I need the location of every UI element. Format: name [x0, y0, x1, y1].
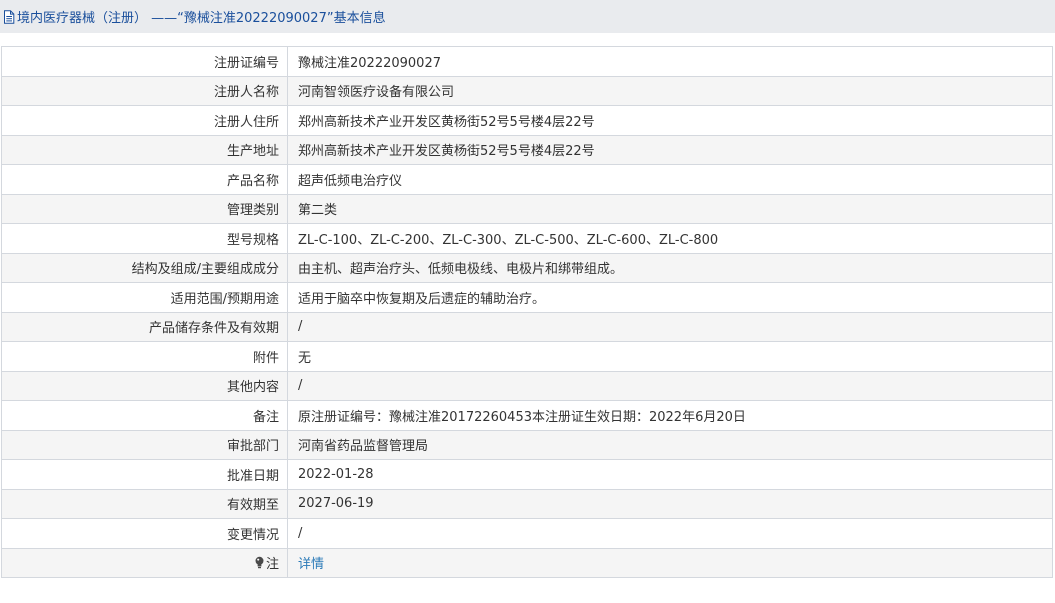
row-label: 注册人住所: [1, 105, 288, 136]
page-title: 境内医疗器械（注册） ——“豫械注准20222090027”基本信息: [17, 11, 386, 26]
row-label: 附件: [1, 341, 288, 372]
row-value: /: [287, 370, 1053, 401]
row-label: 备注: [1, 400, 288, 431]
row-value: 第二类: [287, 193, 1053, 224]
row-label: 适用范围/预期用途: [1, 282, 288, 313]
row-label: 变更情况: [1, 518, 288, 549]
table-row: 注册人住所 郑州高新技术产业开发区黄杨街52号5号楼4层22号: [1, 105, 1053, 136]
row-value: 适用于脑卒中恢复期及后遗症的辅助治疗。: [287, 282, 1053, 313]
row-label: 其他内容: [1, 370, 288, 401]
row-value: /: [287, 311, 1053, 342]
page-header: 境内医疗器械（注册） ——“豫械注准20222090027”基本信息: [0, 0, 1055, 33]
row-value: 无: [287, 341, 1053, 372]
note-label-text: 注: [265, 556, 279, 572]
row-value: 2027-06-19: [287, 488, 1053, 519]
row-value: 河南智领医疗设备有限公司: [287, 75, 1053, 106]
row-label: 批准日期: [1, 459, 288, 490]
row-value: 原注册证编号：豫械注准20172260453本注册证生效日期：2022年6月20…: [287, 400, 1053, 431]
table-row: 有效期至 2027-06-19: [1, 488, 1053, 519]
row-label: 有效期至: [1, 488, 288, 519]
note-label: 注: [254, 553, 279, 572]
row-value: 超声低频电治疗仪: [287, 164, 1053, 195]
table-row: 产品储存条件及有效期 /: [1, 311, 1053, 342]
row-value: /: [287, 518, 1053, 549]
row-label: 产品储存条件及有效期: [1, 311, 288, 342]
table-row: 产品名称 超声低频电治疗仪: [1, 164, 1053, 195]
table-row: 适用范围/预期用途 适用于脑卒中恢复期及后遗症的辅助治疗。: [1, 282, 1053, 313]
row-label: 型号规格: [1, 223, 288, 254]
table-row: 备注 原注册证编号：豫械注准20172260453本注册证生效日期：2022年6月…: [1, 400, 1053, 431]
row-label: 结构及组成/主要组成成分: [1, 252, 288, 283]
note-label-cell: 注: [1, 547, 288, 578]
table-row: 管理类别 第二类: [1, 193, 1053, 224]
table-row: 审批部门 河南省药品监督管理局: [1, 429, 1053, 460]
table-row: 变更情况 /: [1, 518, 1053, 549]
table-row: 注册证编号 豫械注准20222090027: [1, 46, 1053, 77]
row-label: 产品名称: [1, 164, 288, 195]
row-value: 2022-01-28: [287, 459, 1053, 490]
info-table: 注册证编号 豫械注准20222090027 注册人名称 河南智领医疗设备有限公司 注册人…: [1, 46, 1053, 578]
table-row: 结构及组成/主要组成成分 由主机、超声治疗头、低频电极线、电极片和绑带组成。: [1, 252, 1053, 283]
table-row: 附件无: [1, 341, 1053, 372]
document-icon: [3, 9, 15, 24]
table-row: 型号规格 ZL-C-100、ZL-C-200、ZL-C-300、ZL-C-500、…: [1, 223, 1053, 254]
detail-link[interactable]: 详情: [298, 557, 324, 572]
row-label: 管理类别: [1, 193, 288, 224]
table-row: 其他内容 /: [1, 370, 1053, 401]
table-row: 生产地址 郑州高新技术产业开发区黄杨街52号5号楼4层22号: [1, 134, 1053, 165]
row-value: 郑州高新技术产业开发区黄杨街52号5号楼4层22号: [287, 134, 1053, 165]
row-value: 豫械注准20222090027: [287, 46, 1053, 77]
table-row: 批准日期 2022-01-28: [1, 459, 1053, 490]
row-label: 注册人名称: [1, 75, 288, 106]
row-value: 由主机、超声治疗头、低频电极线、电极片和绑带组成。: [287, 252, 1053, 283]
note-value-cell: 详情: [287, 547, 1053, 578]
row-label: 生产地址: [1, 134, 288, 165]
table-row: 注册人名称 河南智领医疗设备有限公司: [1, 75, 1053, 106]
row-value: 郑州高新技术产业开发区黄杨街52号5号楼4层22号: [287, 105, 1053, 136]
lightbulb-icon: [254, 556, 265, 569]
row-label: 注册证编号: [1, 46, 288, 77]
row-value: 河南省药品监督管理局: [287, 429, 1053, 460]
row-value: ZL-C-100、ZL-C-200、ZL-C-300、ZL-C-500、ZL-C…: [287, 223, 1053, 254]
table-row-note: 注 详情: [1, 547, 1053, 578]
page: 境内医疗器械（注册） ——“豫械注准20222090027”基本信息 注册证编号…: [0, 0, 1055, 603]
row-label: 审批部门: [1, 429, 288, 460]
